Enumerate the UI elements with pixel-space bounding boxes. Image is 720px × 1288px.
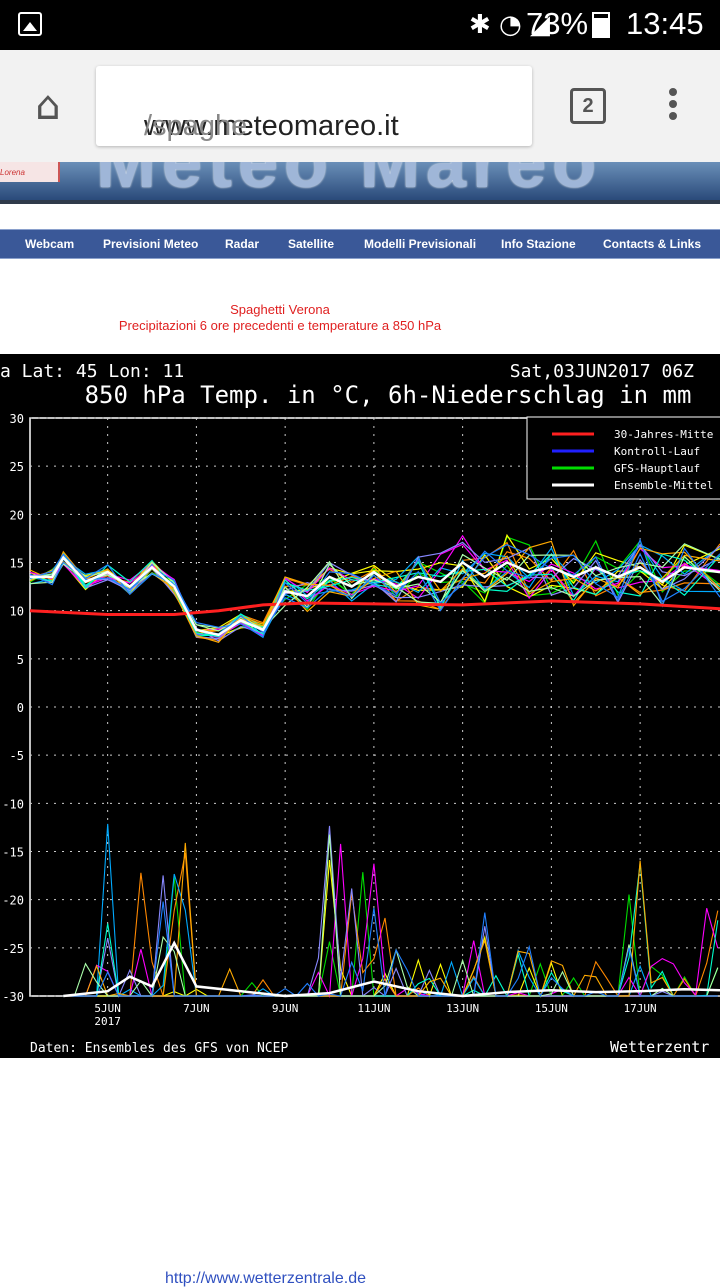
- x-tick-label: 13JUN: [446, 1002, 479, 1015]
- battery-percent: 73%: [526, 6, 589, 41]
- page-title-line2: Precipitazioni 6 ore precedenti e temper…: [118, 318, 442, 333]
- x-tick-label: 17JUN: [624, 1002, 657, 1015]
- x-tick-label: 7JUN: [183, 1002, 210, 1015]
- banner-thumbnail-text: Lorena: [0, 168, 25, 177]
- bluetooth-icon: ✱: [468, 10, 491, 40]
- home-icon[interactable]: ⌂: [26, 84, 70, 128]
- y-tick-label: 15: [10, 557, 24, 571]
- y-tick-label: -30: [2, 990, 24, 1004]
- source-link[interactable]: http://www.wetterzentrale.de: [165, 1270, 366, 1288]
- chart-footer-source: Daten: Ensembles des GFS von NCEP: [30, 1041, 288, 1056]
- y-tick-label: 0: [17, 701, 24, 715]
- nav-item-info-stazione[interactable]: Info Stazione: [501, 237, 576, 251]
- y-tick-label: 10: [10, 605, 24, 619]
- site-banner: Meteo Mareo Lorena: [0, 162, 720, 200]
- banner-thumbnail: Lorena: [0, 162, 60, 182]
- chart-svg: a Lat: 45 Lon: 11 Sat,03JUN2017 06Z850 hP…: [0, 361, 720, 1056]
- chart-title: 850 hPa Temp. in °C, 6h-Niederschlag in …: [85, 381, 692, 409]
- x-tick-label: 15JUN: [535, 1002, 568, 1015]
- y-tick-label: 30: [10, 412, 24, 426]
- y-tick-label: -25: [2, 942, 24, 956]
- y-tick-label: 25: [10, 460, 24, 474]
- nav-item-radar[interactable]: Radar: [225, 237, 259, 251]
- y-tick-label: 20: [10, 508, 24, 522]
- x-tick-label: 2017: [94, 1015, 121, 1028]
- legend-label: Ensemble-Mittel: [614, 479, 713, 492]
- x-tick-label: 9JUN: [272, 1002, 299, 1015]
- nav-item-contacts-links[interactable]: Contacts & Links: [603, 237, 701, 251]
- chart-footer-credit: Wetterzentr: [610, 1038, 709, 1056]
- nav-item-satellite[interactable]: Satellite: [288, 237, 334, 251]
- site-logo[interactable]: Meteo Mareo: [96, 162, 602, 200]
- banner-divider: [0, 200, 720, 204]
- status-bar: ✱ ◔ ◢ 73% 13:45: [0, 0, 720, 50]
- nav-item-webcam[interactable]: Webcam: [25, 237, 74, 251]
- battery-icon: [592, 12, 610, 38]
- url-path: /spaghe: [144, 110, 248, 142]
- page-title-line1: Spaghetti Verona: [230, 302, 330, 317]
- y-tick-label: -20: [2, 894, 24, 908]
- legend-label: GFS-Hauptlauf: [614, 462, 700, 475]
- y-tick-label: -5: [10, 749, 24, 763]
- legend-label: 30-Jahres-Mitte: [614, 428, 713, 441]
- tab-switcher-button[interactable]: 2: [570, 88, 606, 124]
- page-title: Spaghetti Verona Precipitazioni 6 ore pr…: [0, 302, 560, 334]
- wifi-icon: ◔: [499, 10, 522, 40]
- clock: 13:45: [626, 6, 704, 41]
- gallery-notification-icon: [18, 12, 42, 36]
- chart-location-label: a Lat: 45 Lon: 11: [0, 361, 184, 382]
- y-tick-label: -15: [2, 846, 24, 860]
- y-tick-label: 5: [17, 653, 24, 667]
- overflow-menu-icon[interactable]: [666, 88, 680, 128]
- x-tick-label: 11JUN: [357, 1002, 390, 1015]
- site-nav: Webcam Previsioni Meteo Radar Satellite …: [0, 229, 720, 259]
- climate-mean-line: [29, 599, 720, 616]
- chart-date-label: Sat,03JUN2017 06Z: [510, 361, 694, 382]
- spaghetti-chart[interactable]: a Lat: 45 Lon: 11 Sat,03JUN2017 06Z 850 hP…: [0, 354, 720, 1058]
- nav-item-previsioni-meteo[interactable]: Previsioni Meteo: [103, 237, 198, 251]
- nav-item-modelli-previsionali[interactable]: Modelli Previsionali: [364, 237, 476, 251]
- browser-toolbar: ⌂ www.meteomareo.it/spaghe 2: [0, 50, 720, 162]
- legend-label: Kontroll-Lauf: [614, 445, 700, 458]
- x-tick-label: 5JUN: [94, 1002, 121, 1015]
- y-tick-label: -10: [2, 797, 24, 811]
- address-bar[interactable]: www.meteomareo.it/spaghe: [96, 66, 532, 146]
